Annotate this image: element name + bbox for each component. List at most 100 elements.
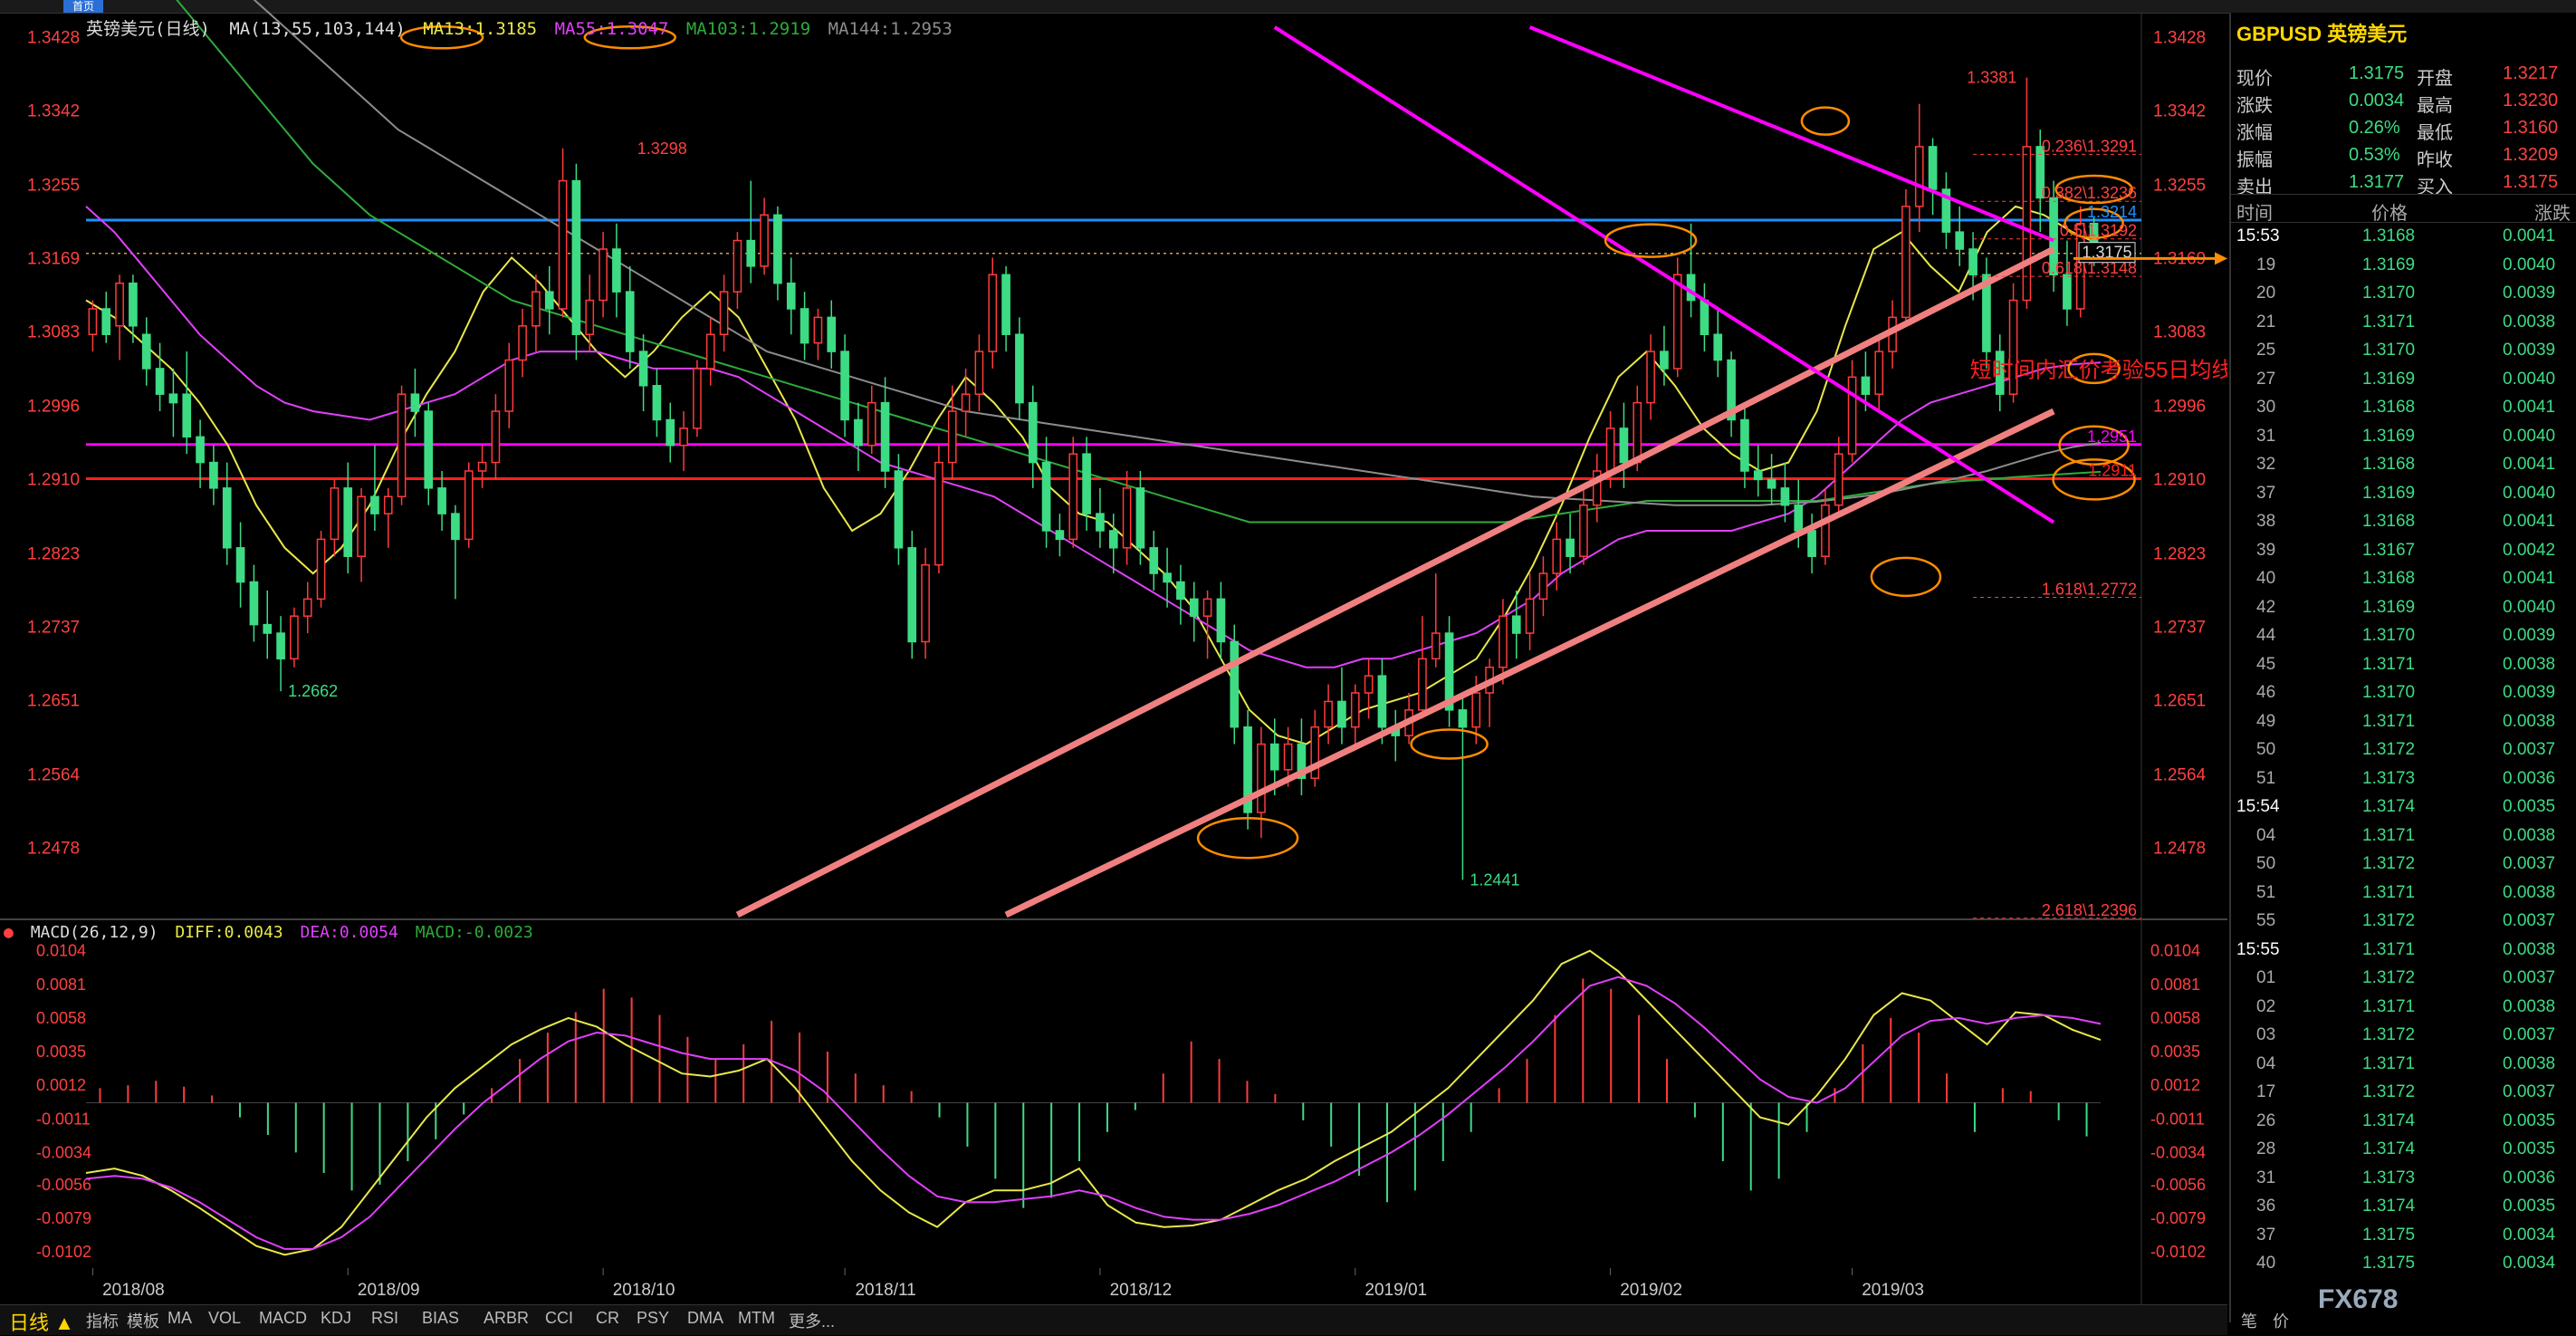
candle-body [693,368,702,429]
indicator-button[interactable]: RSI [371,1309,398,1328]
quote-label: 涨跌 [2236,96,2273,116]
quote-value: 0.53% [2349,145,2400,165]
candle-body [1041,461,1051,532]
tick-time: 03 [2256,1025,2276,1044]
indicator-button[interactable]: PSY [637,1309,669,1328]
period-selector[interactable]: 日线 ▲ [9,1307,74,1336]
candle-body [101,308,111,335]
indicator-button[interactable]: ARBR [484,1309,529,1328]
candle-body [1499,615,1508,668]
indicator-button[interactable]: 更多... [789,1309,835,1332]
candle-body [867,401,876,447]
ma13-value: MA13:1.3185 [423,19,538,39]
x-tick-label: 2019/02 [1620,1281,1682,1300]
indicator-button[interactable]: CCI [545,1309,573,1328]
tick-price: 1.3170 [2362,626,2416,645]
highlight-ellipse [1800,106,1851,136]
x-tick-label: 2019/03 [1862,1281,1924,1300]
y-tick-left: 1.2651 [27,691,80,710]
indicator-button[interactable]: MA [168,1309,192,1328]
tick-row: 46 1.3170 0.0039 [2231,679,2576,708]
panel-tab-price[interactable]: 价 [2273,1309,2289,1332]
indicator-button[interactable]: VOL [208,1309,241,1328]
indicator-button[interactable]: KDJ [321,1309,351,1328]
candle-body [1471,692,1481,728]
tick-time: 28 [2256,1139,2276,1158]
indicator-button[interactable]: MACD [259,1309,307,1328]
candle-body [1364,675,1374,694]
candle-body [249,581,259,626]
quote-label: 现价 [2236,69,2273,89]
macd-tick-right: -0.0034 [2150,1143,2206,1161]
tick-price: 1.3168 [2362,226,2416,245]
tick-price: 1.3170 [2362,284,2416,303]
candle-body [129,282,138,327]
ma55-value: MA55:1.3047 [554,19,669,39]
tick-row: 17 1.3172 0.0037 [2231,1079,2576,1108]
tick-time: 39 [2256,540,2276,560]
tick-change: 0.0035 [2503,1197,2556,1216]
analysis-comment: 短时间内汇价考验55日均线的偏向下行较强 [1970,358,2227,382]
candle-body [88,308,98,335]
magenta-level-tag: 1.2951 [2087,428,2137,446]
tick-change: 0.0041 [2503,455,2556,474]
tick-change: 0.0040 [2503,483,2556,503]
indicator-button[interactable]: DMA [687,1309,723,1328]
candle-body [491,410,501,464]
quote-label: 涨幅 [2236,123,2273,143]
tick-row: 32 1.3168 0.0041 [2231,451,2576,480]
y-tick-right: 1.2564 [2153,765,2207,784]
tick-time: 44 [2256,626,2276,645]
indicator-button[interactable]: BIAS [422,1309,459,1328]
macd-value: MACD:-0.0023 [415,923,533,942]
tick-row: 36 1.3174 0.0035 [2231,1193,2576,1222]
candle-body [746,239,756,267]
candle-body [1834,453,1843,506]
tick-time: 04 [2256,825,2276,845]
lower-channel-line [1004,408,2055,918]
ma144-value: MA144:1.2953 [828,19,953,39]
candle-body [1605,428,1615,472]
tick-table[interactable]: 15:53 1.3168 0.0041 19 1.3169 0.0040 20 1.3170 0… [2231,223,2576,1279]
candle-body [464,470,474,541]
macd-dot-icon: ● [4,923,14,942]
tick-row: 15:55 1.3171 0.0038 [2231,937,2576,966]
candle-body [760,214,769,267]
indicator-button[interactable]: 指标 [86,1309,119,1332]
candle-body [947,410,957,464]
candle-body [544,291,554,310]
candle-body [800,308,809,344]
indicator-button[interactable]: MTM [738,1309,775,1328]
tick-change: 0.0040 [2503,369,2556,389]
panel-tab-trades[interactable]: 笔 [2241,1309,2257,1332]
tick-price: 1.3174 [2362,1139,2416,1158]
panel-title: GBPUSD 英镑美元 [2236,23,2408,45]
y-tick-left: 1.2823 [27,544,80,563]
candle-body [840,351,849,421]
candle-body [531,291,541,327]
candle-body [585,299,595,335]
tick-row: 49 1.3171 0.0038 [2231,708,2576,737]
candle-body [1230,640,1240,728]
tick-price: 1.3169 [2362,369,2416,389]
quote-row: 卖出 1.3177 买入 1.3175 [2231,168,2576,197]
quote-label-2: 开盘 [2417,69,2453,89]
tick-row: 37 1.3175 0.0034 [2231,1222,2576,1251]
candle-body [1202,598,1212,617]
macd-tick-left: 0.0012 [36,1076,86,1094]
x-tick-label: 2018/09 [358,1281,420,1300]
candle-body [155,368,165,395]
diff-value: DIFF:0.0043 [175,923,283,942]
arrow-head-icon [2215,252,2227,265]
candle-body [1955,231,1965,250]
indicator-button[interactable]: CR [596,1309,619,1328]
instrument-label: 英镑美元(日线) [86,19,210,39]
candle-body [1324,700,1333,728]
tick-time: 42 [2256,597,2276,617]
indicator-button[interactable]: 模板 [127,1309,159,1332]
candle-body [1216,598,1226,643]
tick-change: 0.0035 [2503,1110,2556,1130]
candle-body [1874,351,1884,395]
tick-time: 40 [2256,569,2276,588]
tick-time: 32 [2256,455,2276,474]
